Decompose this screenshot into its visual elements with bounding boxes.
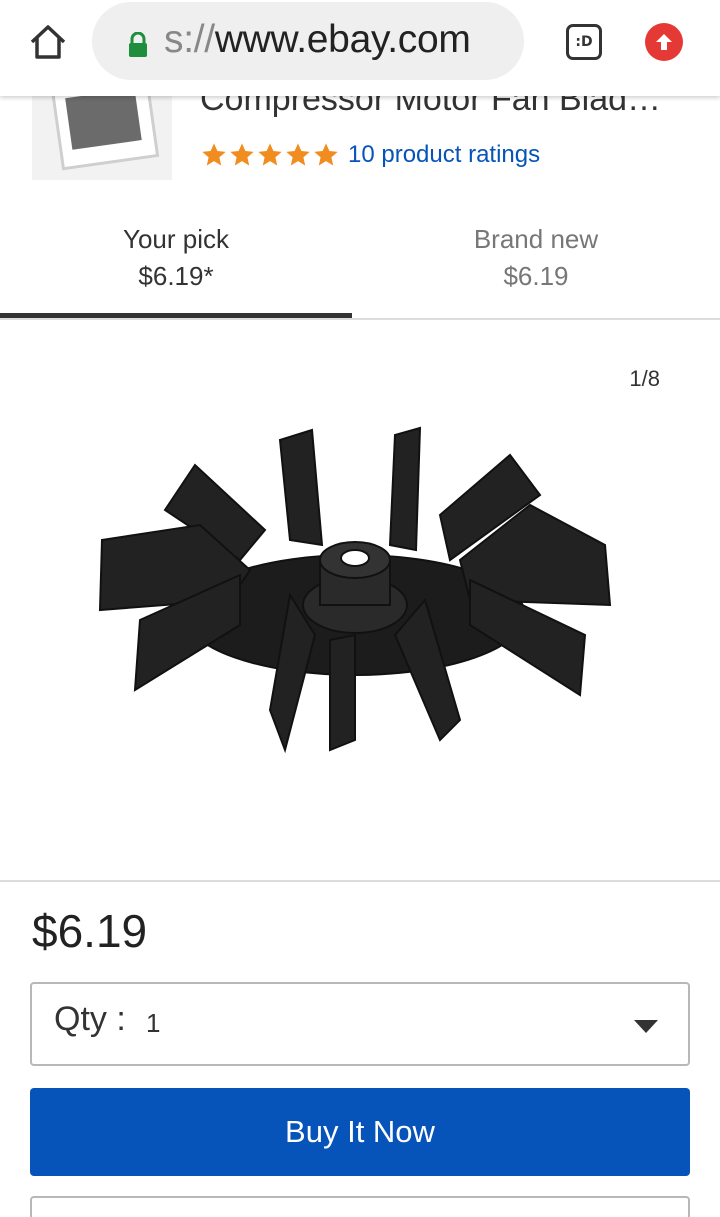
url-scheme: s:// [164, 18, 215, 61]
condition-tabs: Your pick $6.19* Brand new $6.19 [0, 212, 720, 320]
tab-price: $6.19 [503, 261, 569, 291]
url-text: s://www.ebay.com [164, 18, 471, 62]
rating-row: 10 product ratings [200, 138, 540, 172]
product-ratings-link[interactable]: 10 product ratings [348, 141, 540, 169]
star-icon [314, 143, 338, 166]
product-image-gallery[interactable]: 1/8 [0, 320, 720, 880]
product-thumbnail[interactable] [32, 92, 172, 180]
rating-stars [200, 141, 340, 169]
star-icon [258, 143, 282, 166]
secondary-action-button[interactable] [30, 1196, 690, 1217]
tab-brand-new[interactable]: Brand new $6.19 [360, 212, 712, 318]
chevron-down-icon [634, 1020, 658, 1033]
quantity-label: Qty : [54, 1000, 126, 1038]
tab-your-pick[interactable]: Your pick $6.19* [0, 212, 352, 318]
tab-price: $6.19* [138, 261, 214, 291]
tab-switcher-button[interactable]: :D [566, 24, 602, 60]
quantity-select[interactable]: Qty : 1 [30, 982, 690, 1066]
section-divider [0, 880, 720, 882]
buy-it-now-button[interactable]: Buy It Now [30, 1088, 690, 1176]
star-icon [286, 143, 310, 166]
lock-icon [129, 32, 147, 57]
update-button[interactable] [645, 23, 683, 61]
quantity-value: 1 [146, 1008, 161, 1038]
item-price: $6.19 [32, 905, 148, 957]
tab-label: Your pick [123, 224, 229, 254]
browser-toolbar: s://www.ebay.com :D [0, 0, 720, 96]
address-bar[interactable]: s://www.ebay.com [92, 2, 524, 80]
url-host: www.ebay.com [214, 18, 471, 61]
tab-label: Brand new [473, 224, 599, 254]
tab-switcher-icon: :D [575, 34, 593, 50]
star-icon [230, 143, 254, 166]
home-icon [30, 25, 66, 59]
star-icon [202, 143, 226, 166]
upload-arrow-icon [656, 34, 672, 50]
home-button[interactable] [24, 20, 72, 64]
fan-blade-image [98, 426, 612, 754]
selected-tab-indicator [0, 313, 352, 318]
thumbnail-image [50, 92, 160, 171]
image-counter: 1/8 [629, 366, 660, 391]
